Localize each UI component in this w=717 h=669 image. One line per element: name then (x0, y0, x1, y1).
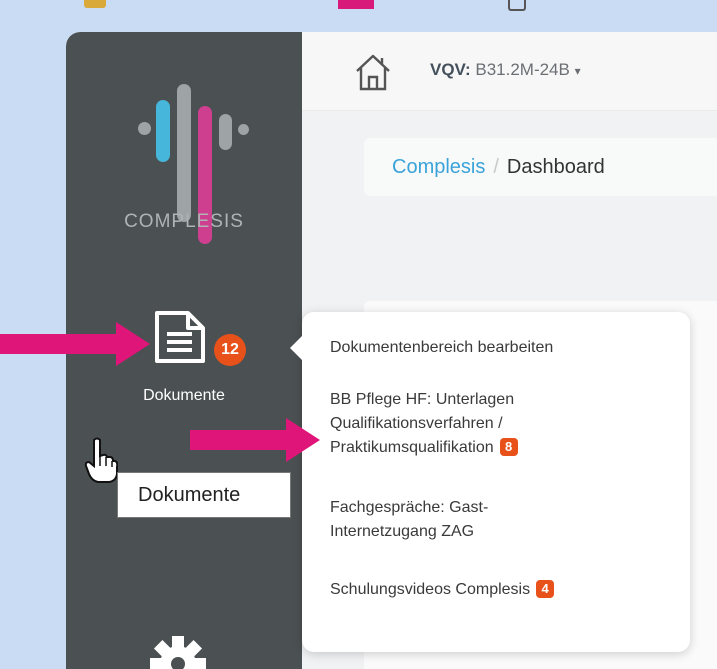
menu-item-label: Dokumentenbereich bearbeiten (330, 339, 554, 356)
logo-text: COMPLESIS (124, 211, 244, 232)
menu-item-label: Fachgespräche: Gast- (330, 499, 489, 516)
menu-item-fachgespraeche[interactable]: Fachgespräche: Gast- Internetzugang ZAG (330, 496, 488, 544)
clipboard-icon (508, 0, 526, 11)
menu-item-edit-documents[interactable]: Dokumentenbereich bearbeiten (330, 336, 553, 360)
menu-item-label: BB Pflege HF: Unterlagen (330, 391, 515, 408)
breadcrumb: Complesis / Dashboard (364, 138, 717, 196)
sidebar-item-label: Dokumente (143, 387, 225, 404)
annotation-arrow-bb-pflege (190, 418, 320, 462)
menu-item-bb-pflege-hf[interactable]: BB Pflege HF: Unterlagen Qualifikationsv… (330, 388, 518, 460)
menu-item-label: Internetzugang ZAG (330, 523, 475, 540)
documents-popover-menu: Dokumentenbereich bearbeiten BB Pflege H… (290, 312, 690, 652)
breadcrumb-separator: / (493, 156, 499, 178)
count-badge: 8 (499, 438, 518, 456)
document-icon (155, 311, 205, 363)
annotation-arrow-documents (0, 322, 150, 366)
menu-item-schulungsvideos[interactable]: Schulungsvideos Complesis 4 (330, 578, 555, 602)
menu-item-label: Qualifikationsverfahren / (330, 415, 503, 432)
desktop-top-edge (0, 0, 717, 14)
documents-tooltip: Dokumente (117, 472, 291, 518)
gear-icon[interactable] (146, 632, 210, 669)
breadcrumb-current: Dashboard (506, 156, 605, 178)
vqv-value: B31.2M-24B (475, 60, 570, 79)
vqv-selector[interactable]: VQV: B31.2M-24B ▾ (430, 60, 581, 80)
menu-item-label: Praktikumsqualifikation (330, 439, 494, 456)
folder-icon (84, 0, 106, 8)
vqv-prefix: VQV: (430, 60, 471, 79)
chevron-down-icon: ▾ (574, 64, 581, 78)
menu-item-label: Schulungsvideos Complesis (330, 581, 531, 598)
hand-cursor-icon (84, 437, 118, 483)
top-bar: VQV: B31.2M-24B ▾ (302, 32, 717, 111)
count-badge: 4 (536, 580, 555, 598)
home-icon[interactable] (354, 52, 392, 92)
breadcrumb-link-complesis[interactable]: Complesis (392, 156, 485, 178)
app-icon-magenta (338, 0, 374, 9)
complesis-logo-icon (108, 58, 258, 244)
documents-count-badge: 12 (214, 334, 246, 366)
